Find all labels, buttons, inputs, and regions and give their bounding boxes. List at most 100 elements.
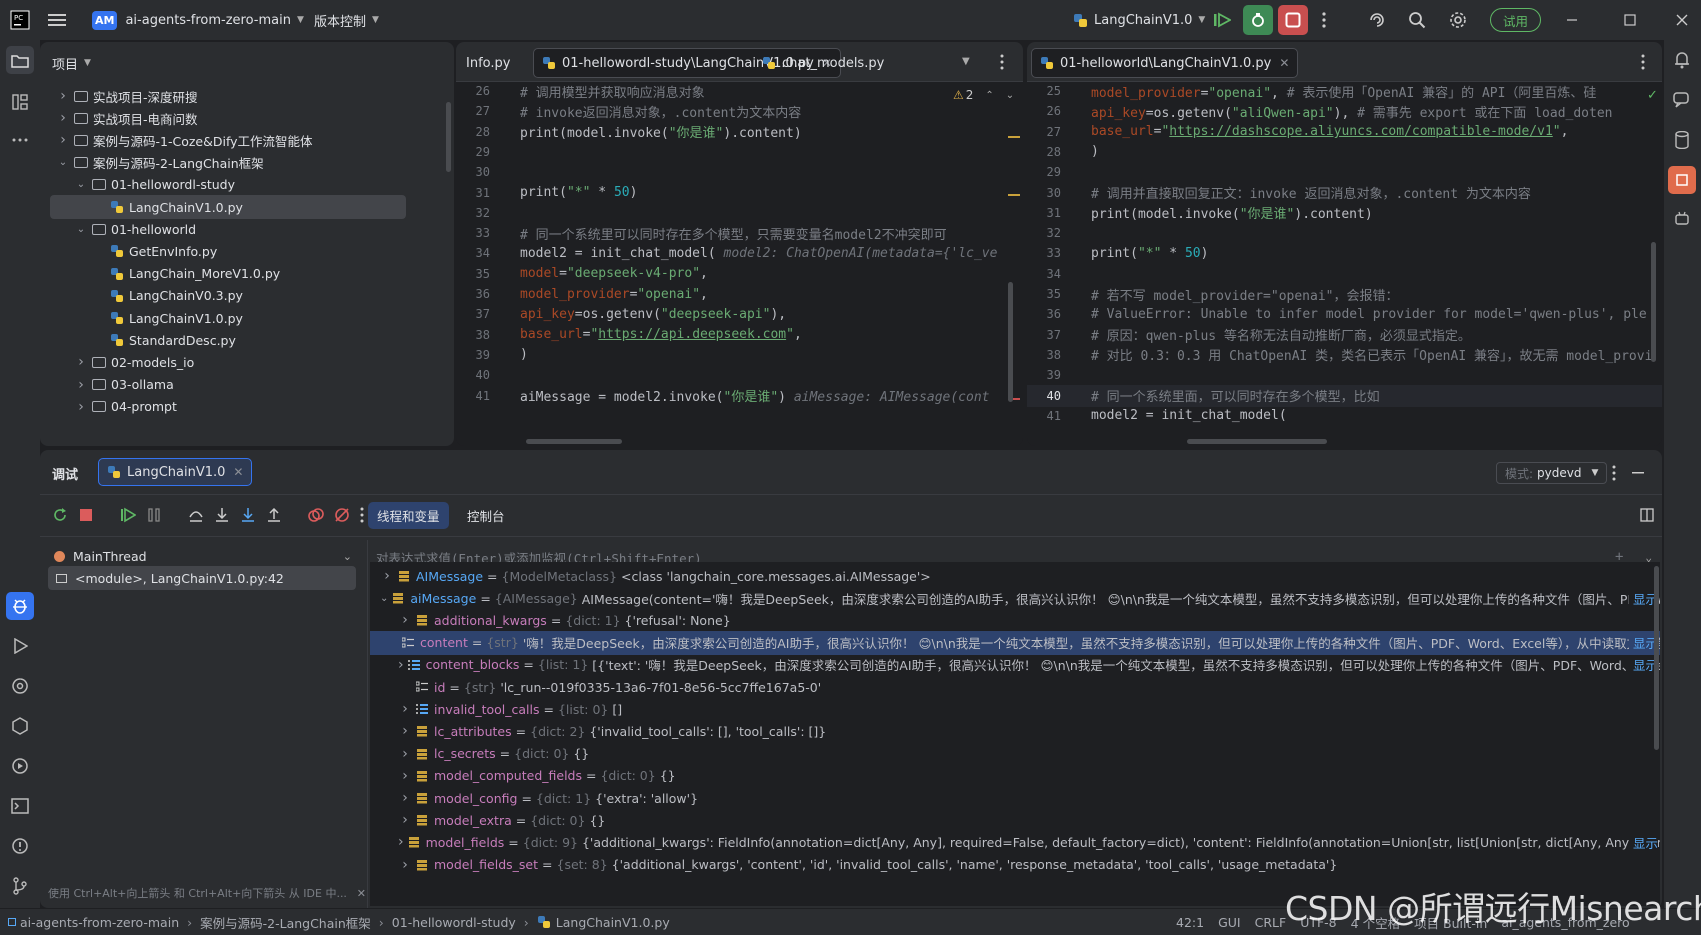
inspection-widget[interactable]: ⚠ 2 ⌃ ⌄ (949, 88, 1019, 102)
notifications-bell-icon[interactable] (1668, 46, 1696, 74)
chevron-right-icon[interactable]: › (56, 132, 70, 148)
problems-icon[interactable] (6, 832, 34, 860)
view-breakpoints-icon[interactable] (308, 507, 324, 523)
code-line[interactable]: 34 model2 = init_chat_model( model2: Chat… (456, 242, 1023, 264)
stop-icon[interactable] (1278, 5, 1308, 35)
variable-row[interactable]: › model_fields = {dict: 9} {'additional_kwar… (370, 830, 1660, 854)
code-line[interactable]: 28) (1027, 141, 1662, 163)
breadcrumb-item[interactable]: 案例与源码-2-LangChain框架 (200, 913, 371, 932)
close-tab-icon[interactable]: ✕ (233, 465, 243, 479)
code-area-right[interactable]: 25 model_provider="openai", # 表示使用「OpenA… (1027, 82, 1662, 446)
chevron-right-icon[interactable]: › (398, 746, 412, 762)
tab-console[interactable]: 控制台 (458, 502, 514, 529)
resume-icon[interactable] (120, 507, 136, 523)
more-tools-icon[interactable] (6, 126, 34, 154)
code-line[interactable]: 29 (456, 141, 1023, 163)
code-line[interactable]: 30 # 调用并直接取回复正文：invoke 返回消息对象，.content 为文… (1027, 182, 1662, 204)
tab-info-py[interactable]: Info.py (458, 48, 518, 78)
code-line[interactable]: 38 base_url="https://api.deepseek.com", (456, 324, 1023, 346)
code-line[interactable]: 37 api_key=os.getenv("deepseek-api"), (456, 303, 1023, 325)
chevron-right-icon[interactable]: › (398, 657, 404, 673)
code-line[interactable]: 26 api_key=os.getenv("aliQwen-api"), # 需… (1027, 100, 1662, 122)
chevron-down-icon[interactable]: ⌄ (1006, 90, 1014, 101)
step-out-icon[interactable] (266, 507, 282, 523)
plugin-icon[interactable] (1668, 166, 1696, 194)
chevron-right-icon[interactable]: › (398, 768, 412, 784)
variable-row[interactable]: › additional_kwargs = {dict: 1} {'refusal': … (370, 608, 1660, 632)
python-packages-icon[interactable] (6, 672, 34, 700)
code-line[interactable]: 26 # 调用模型并获取响应消息对象 (456, 80, 1023, 102)
debug-session-tab[interactable]: LangChainV1.0 ✕ (98, 458, 253, 486)
tab-langchainv1-helloworld[interactable]: 01-helloworld\LangChainV1.0.py ✕ (1031, 48, 1299, 78)
frame-item[interactable]: <module>, LangChainV1.0.py:42 (48, 566, 356, 590)
android-icon[interactable] (1668, 204, 1696, 232)
variable-row[interactable]: id = {str}'lc_run--019f0335-13a6-7f01-8e56… (370, 675, 1660, 699)
tree-item[interactable]: LangChain_MoreV1.0.py (50, 262, 406, 286)
code-line[interactable]: 37 # 原因：qwen-plus 等名称无法自动推断厂商，必须显式指定。 (1027, 324, 1662, 346)
code-line[interactable]: 41 aiMessage = model2.invoke("你是谁") aiMes… (456, 385, 1023, 407)
structure-icon[interactable] (6, 88, 34, 116)
tree-item[interactable]: LangChainV1.0.py (50, 306, 406, 330)
project-folder-icon[interactable] (6, 46, 34, 74)
vars-scrollbar[interactable] (1654, 566, 1659, 750)
step-over-icon[interactable] (188, 507, 204, 523)
code-line[interactable]: 33 print("*" * 50) (1027, 242, 1662, 264)
tree-item[interactable]: LangChainV0.3.py (50, 284, 406, 308)
breadcrumb-item[interactable]: LangChainV1.0.py (556, 915, 670, 930)
line-separator[interactable]: CRLF (1255, 915, 1287, 930)
code-line[interactable]: 39 (1027, 364, 1662, 386)
variable-row[interactable]: › lc_secrets = {dict: 0}{} (370, 742, 1660, 766)
ai-chat-icon[interactable] (1668, 86, 1696, 114)
chevron-up-icon[interactable]: ⌃ (985, 90, 993, 101)
project-switcher[interactable]: AM ai-agents-from-zero-main ▼ (92, 0, 304, 40)
variable-row[interactable]: › AIMessage = {ModelMetaclass} <class 'langc… (370, 564, 1660, 588)
chevron-right-icon[interactable]: › (398, 612, 412, 628)
code-area-left[interactable]: 26 # 调用模型并获取响应消息对象 27 # invoke返回消息对象，.conte… (456, 82, 1023, 446)
step-into-my-code-icon[interactable] (240, 507, 256, 523)
chevron-right-icon[interactable]: › (56, 110, 70, 126)
code-line[interactable]: 25 model_provider="openai", # 表示使用「OpenA… (1027, 80, 1662, 102)
tree-scrollbar[interactable] (446, 102, 451, 172)
python-console-icon[interactable] (6, 752, 34, 780)
variable-row[interactable]: › model_fields_set = {set: 8} {'additional_k… (370, 853, 1660, 877)
variable-row[interactable]: › lc_attributes = {dict: 2} {'invalid_tool_c… (370, 719, 1660, 743)
chevron-right-icon[interactable]: › (74, 377, 88, 393)
tabs-dropdown-icon[interactable]: ▼ (962, 56, 970, 67)
rerun-icon[interactable] (52, 507, 68, 523)
chevron-right-icon[interactable]: › (380, 568, 394, 584)
more-icon[interactable] (360, 507, 364, 523)
variable-row[interactable]: ⌄ aiMessage = {AIMessage} AIMessage(content=… (370, 586, 1660, 610)
code-line[interactable]: 28 print(model.invoke("你是谁").content) (456, 121, 1023, 143)
vcs-menu[interactable]: 版本控制 ▼ (314, 0, 379, 40)
code-line[interactable]: 27 # invoke返回消息对象，.content为文本内容 (456, 100, 1023, 122)
code-line[interactable]: 38 # 对比 0.3：0.3 用 ChatOpenAI 类，类名已表示「Open… (1027, 344, 1662, 366)
chevron-down-icon[interactable]: ⌄ (74, 179, 88, 190)
search-icon[interactable] (1408, 0, 1426, 40)
step-into-icon[interactable] (214, 507, 230, 523)
services-icon[interactable] (6, 712, 34, 740)
chevron-down-icon[interactable]: ⌄ (380, 593, 388, 604)
stop-icon[interactable] (78, 507, 94, 523)
chevron-right-icon[interactable]: › (398, 812, 412, 828)
resume-icon[interactable] (1213, 0, 1231, 40)
run-config-selector[interactable]: LangChainV1.0 ▼ (1073, 0, 1205, 40)
chevron-down-icon[interactable]: ⌄ (74, 224, 88, 235)
code-line[interactable]: 31 print(model.invoke("你是谁").content) (1027, 202, 1662, 224)
code-line[interactable]: 32 (456, 202, 1023, 224)
close-icon[interactable]: ✕ (357, 887, 366, 900)
project-panel-title[interactable]: 项目 ▼ (52, 52, 91, 74)
layout-icon[interactable] (1640, 508, 1654, 522)
variable-row[interactable]: › model_extra = {dict: 0}{} (370, 808, 1660, 832)
warning-marker[interactable] (1008, 194, 1020, 196)
mute-breakpoints-icon[interactable] (334, 507, 350, 523)
tree-item[interactable]: › 实战项目-电商问数 (50, 106, 406, 130)
breadcrumb-item[interactable]: 01-hellowordl-study (392, 915, 516, 930)
tree-item[interactable]: LangChainV1.0.py (50, 195, 406, 219)
code-line[interactable]: 34 (1027, 263, 1662, 285)
debug-bug-icon[interactable] (6, 592, 34, 620)
code-line[interactable]: 30 (456, 161, 1023, 183)
run-icon[interactable] (6, 632, 34, 660)
tree-item[interactable]: › 02-models_io (50, 350, 406, 374)
gui-indicator[interactable]: GUI (1218, 915, 1241, 930)
variable-row[interactable]: › model_computed_fields = {dict: 0}{} (370, 764, 1660, 788)
